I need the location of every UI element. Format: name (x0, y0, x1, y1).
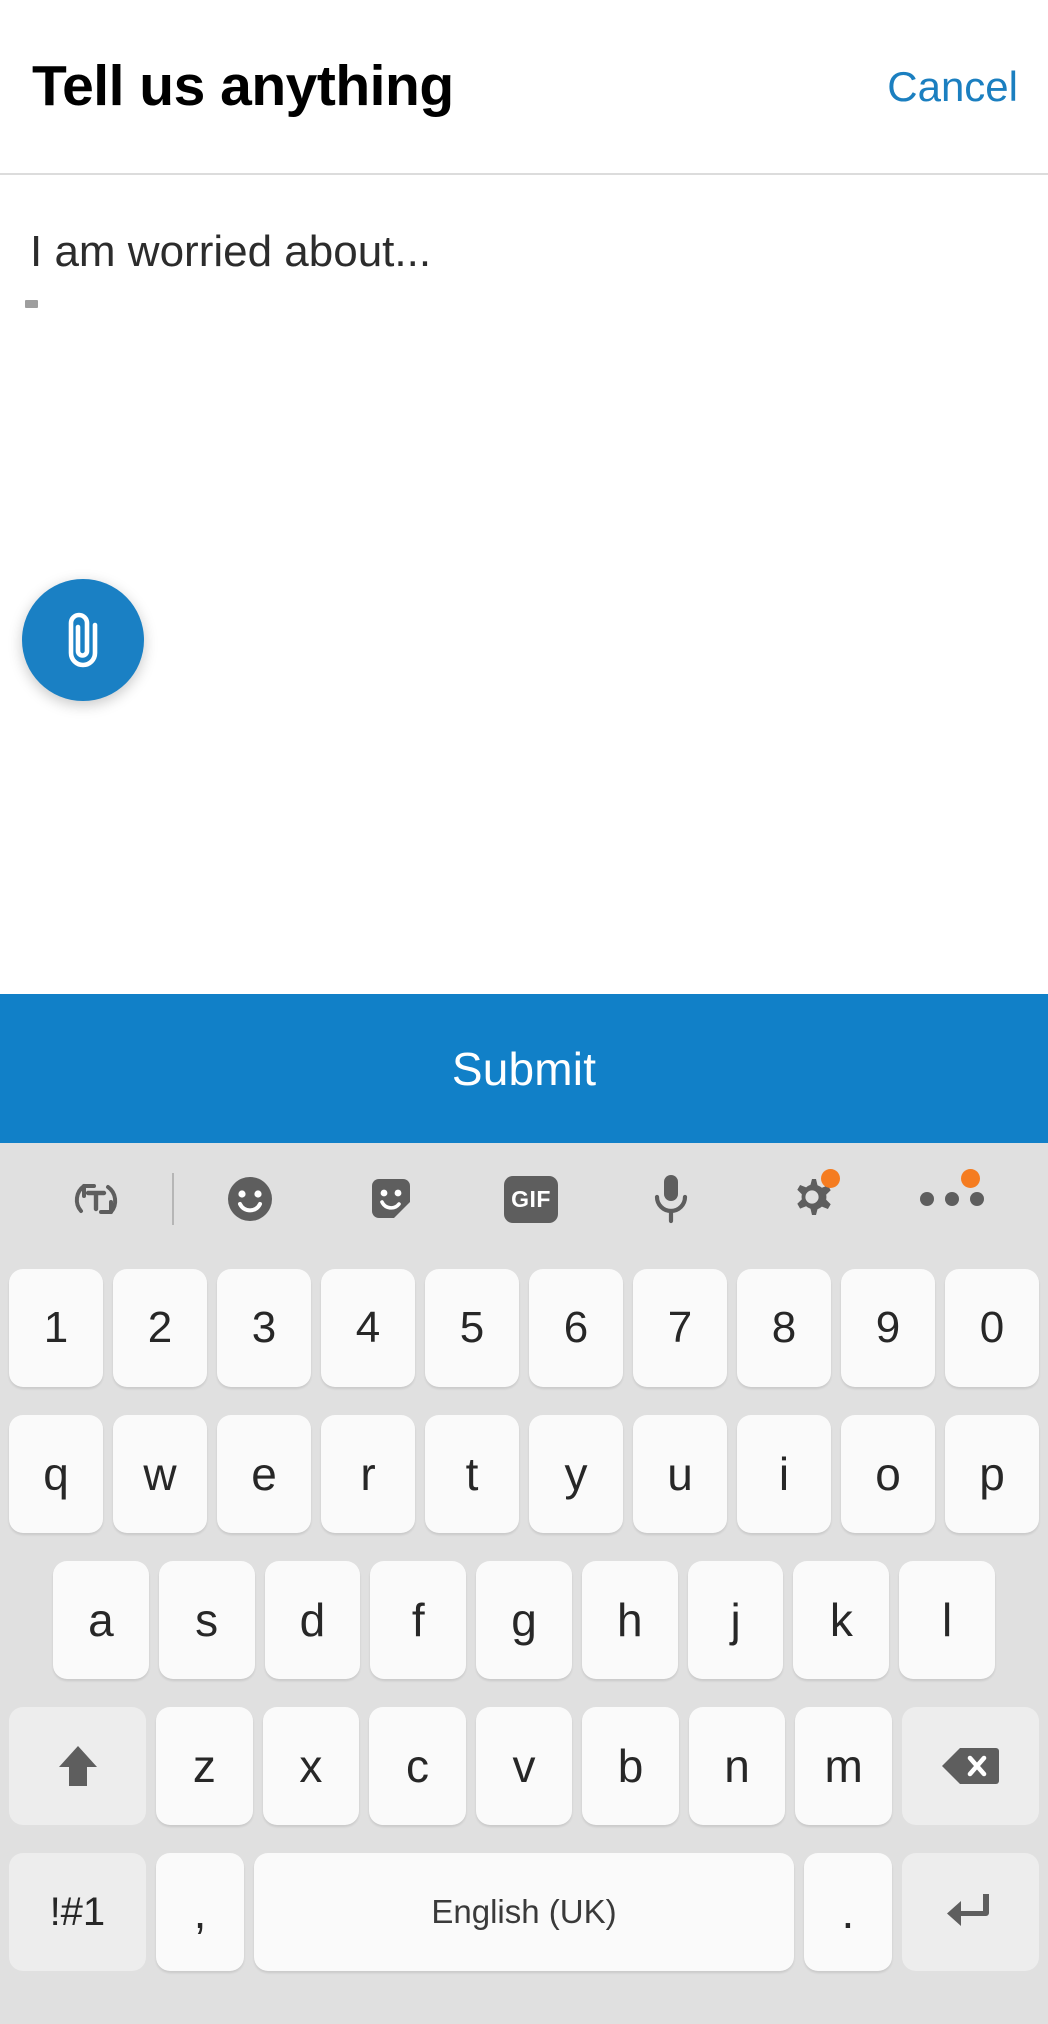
submit-button[interactable]: Submit (0, 994, 1048, 1143)
key-p[interactable]: p (945, 1415, 1039, 1533)
key-z[interactable]: z (156, 1707, 253, 1825)
key-1[interactable]: 1 (9, 1269, 103, 1387)
shift-arrow-icon (52, 1739, 104, 1793)
key-r[interactable]: r (321, 1415, 415, 1533)
submit-button-label: Submit (451, 1042, 597, 1095)
key-6[interactable]: 6 (529, 1269, 623, 1387)
key-f[interactable]: f (370, 1561, 467, 1679)
backspace-icon (939, 1744, 1001, 1788)
key-c[interactable]: c (369, 1707, 466, 1825)
header-bar: Tell us anything Cancel (0, 0, 1048, 175)
key-d[interactable]: d (264, 1561, 361, 1679)
key-l[interactable]: l (899, 1561, 996, 1679)
key-4[interactable]: 4 (321, 1269, 415, 1387)
page-title: Tell us anything (32, 54, 454, 118)
gif-label: GIF (503, 1175, 558, 1223)
key-m[interactable]: m (795, 1707, 892, 1825)
keyboard-row-numbers: 1 2 3 4 5 6 7 8 9 0 (0, 1255, 1048, 1401)
paperclip-icon (57, 609, 109, 671)
cancel-button[interactable]: Cancel (887, 65, 1018, 108)
key-n[interactable]: n (688, 1707, 786, 1825)
key-7[interactable]: 7 (633, 1269, 727, 1387)
translate-icon[interactable] (26, 1143, 166, 1255)
key-e[interactable]: e (217, 1415, 311, 1533)
gear-badge-dot (820, 1169, 840, 1188)
sticker-icon[interactable] (321, 1143, 461, 1255)
key-2[interactable]: 2 (113, 1269, 207, 1387)
enter-key[interactable] (902, 1853, 1039, 1971)
gif-icon[interactable]: GIF (461, 1143, 601, 1255)
key-k[interactable]: k (793, 1561, 890, 1679)
key-9[interactable]: 9 (841, 1269, 935, 1387)
enter-arrow-icon (943, 1887, 999, 1937)
attach-file-button[interactable] (22, 579, 144, 701)
key-h[interactable]: h (581, 1561, 678, 1679)
message-placeholder: I am worried about... (30, 227, 432, 276)
keyboard-row-bottom: z x c v b n m (0, 1693, 1048, 1839)
key-y[interactable]: y (529, 1415, 623, 1533)
overflow-icon[interactable] (882, 1143, 1022, 1255)
key-a[interactable]: a (52, 1561, 149, 1679)
key-8[interactable]: 8 (737, 1269, 831, 1387)
keyboard-row-home: a s d f g h j k l (0, 1547, 1048, 1693)
keyboard-rows: 1 2 3 4 5 6 7 8 9 0 q w e r t y u i o p … (0, 1255, 1048, 2010)
key-3[interactable]: 3 (217, 1269, 311, 1387)
overflow-badge-dot (960, 1169, 980, 1188)
toolbar-divider (172, 1173, 175, 1225)
period-key[interactable]: . (803, 1853, 893, 1971)
space-key[interactable]: English (UK) (254, 1853, 794, 1971)
key-j[interactable]: j (687, 1561, 784, 1679)
shift-key[interactable] (9, 1707, 147, 1825)
key-q[interactable]: q (9, 1415, 103, 1533)
key-s[interactable]: s (158, 1561, 255, 1679)
key-g[interactable]: g (476, 1561, 572, 1679)
virtual-keyboard: GIF 1 2 3 4 5 6 7 8 9 0 q w e r t y u i … (0, 1143, 1048, 2024)
key-b[interactable]: b (582, 1707, 679, 1825)
keyboard-row-space: !#1 , English (UK) . (0, 1839, 1048, 1985)
keyboard-toolbar: GIF (0, 1143, 1048, 1255)
text-cursor-handle[interactable] (25, 300, 38, 308)
key-5[interactable]: 5 (425, 1269, 519, 1387)
key-i[interactable]: i (737, 1415, 831, 1533)
key-v[interactable]: v (475, 1707, 573, 1825)
gear-icon[interactable] (741, 1143, 881, 1255)
feedback-compose-screen: Tell us anything Cancel I am worried abo… (0, 0, 1048, 2024)
compose-area[interactable]: I am worried about... (0, 175, 1048, 994)
comma-key[interactable]: , (155, 1853, 245, 1971)
symbols-key[interactable]: !#1 (9, 1853, 146, 1971)
keyboard-row-top: q w e r t y u i o p (0, 1401, 1048, 1547)
overflow-dots (919, 1192, 984, 1206)
key-o[interactable]: o (841, 1415, 935, 1533)
key-0[interactable]: 0 (945, 1269, 1039, 1387)
key-x[interactable]: x (262, 1707, 360, 1825)
key-w[interactable]: w (113, 1415, 207, 1533)
backspace-key[interactable] (901, 1707, 1040, 1825)
key-u[interactable]: u (633, 1415, 727, 1533)
key-t[interactable]: t (425, 1415, 519, 1533)
emoji-icon[interactable] (180, 1143, 320, 1255)
microphone-icon[interactable] (601, 1143, 741, 1255)
